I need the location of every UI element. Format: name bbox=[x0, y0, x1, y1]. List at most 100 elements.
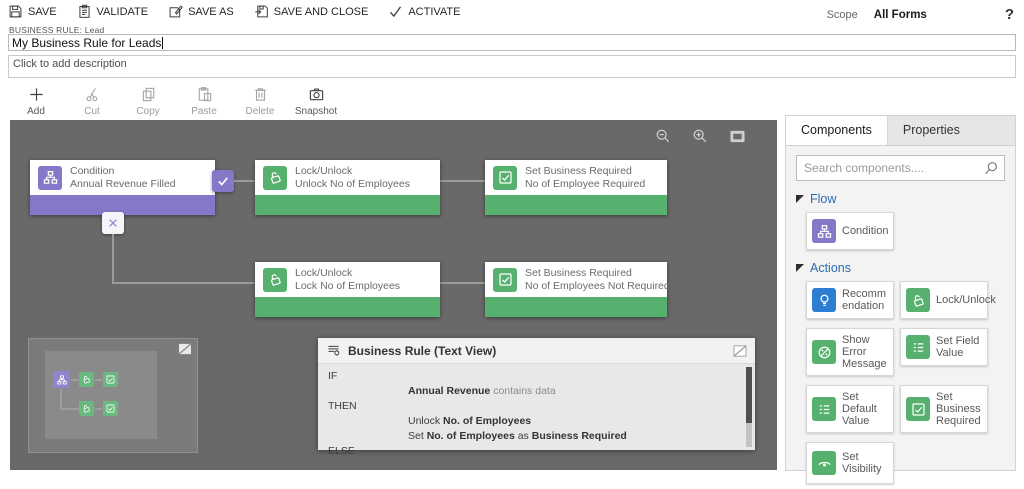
scope-value[interactable]: All Forms bbox=[874, 9, 927, 21]
minimap[interactable] bbox=[28, 338, 198, 453]
mini-required-node bbox=[103, 372, 118, 387]
section-actions-header[interactable]: Actions bbox=[786, 250, 1015, 281]
lock-unlock-icon bbox=[263, 166, 287, 190]
text-view-scrollbar[interactable] bbox=[746, 367, 752, 447]
validate-icon bbox=[77, 4, 92, 19]
component-tile-recommendation[interactable]: Recommendation bbox=[806, 281, 894, 319]
collapse-triangle-icon bbox=[796, 264, 804, 272]
component-tile-set-business-required[interactable]: Set Business Required bbox=[900, 385, 988, 433]
rule-name-input[interactable]: My Business Rule for Leads bbox=[8, 34, 1016, 51]
delete-button[interactable]: Delete bbox=[238, 86, 282, 117]
component-tile-set-visibility[interactable]: Set Visibility bbox=[806, 442, 894, 484]
if-condition: Annual Revenue contains data bbox=[318, 384, 755, 399]
checkbox-icon bbox=[493, 268, 517, 292]
unlock-node[interactable]: Lock/Unlock Unlock No of Employees bbox=[255, 160, 440, 215]
activate-label: ACTIVATE bbox=[408, 6, 460, 18]
minimap-viewport bbox=[45, 351, 157, 439]
then-action-2: Set No. of Employees as Business Require… bbox=[318, 429, 755, 444]
mini-condition-node bbox=[53, 371, 70, 388]
paste-icon bbox=[196, 86, 213, 103]
checkbox-icon bbox=[493, 166, 517, 190]
save-as-button[interactable]: SAVE AS bbox=[168, 4, 234, 19]
component-tile-show-error-message[interactable]: Show Error Message bbox=[806, 328, 894, 376]
components-panel: Components Properties Flow Condition Act… bbox=[785, 115, 1016, 471]
condition-icon bbox=[812, 219, 836, 243]
condition-node[interactable]: Condition Annual Revenue Filled bbox=[30, 160, 215, 215]
tile-label: Set Business Required bbox=[936, 391, 982, 427]
condition-icon bbox=[38, 166, 62, 190]
tab-properties[interactable]: Properties bbox=[888, 116, 975, 145]
search-wrap bbox=[796, 155, 1005, 181]
minimap-popout-icon[interactable] bbox=[178, 343, 192, 355]
command-bar: SAVE VALIDATE SAVE AS SAVE AND CLOSE ACT… bbox=[8, 4, 460, 19]
save-as-icon bbox=[168, 4, 183, 19]
component-tile-set-default-value[interactable]: Set Default Value bbox=[806, 385, 894, 433]
lock-unlock-icon bbox=[263, 268, 287, 292]
node-subtitle: Annual Revenue Filled bbox=[70, 178, 176, 191]
tile-label: Show Error Message bbox=[842, 334, 888, 370]
section-flow-header[interactable]: Flow bbox=[786, 181, 1015, 212]
text-view-header[interactable]: Business Rule (Text View) bbox=[318, 338, 755, 364]
check-icon bbox=[216, 174, 230, 188]
delete-icon bbox=[252, 86, 269, 103]
set-not-required-node[interactable]: Set Business Required No of Employees No… bbox=[485, 262, 667, 317]
tile-label: Condition bbox=[842, 225, 888, 237]
cut-button[interactable]: Cut bbox=[70, 86, 114, 117]
collapse-triangle-icon bbox=[796, 195, 804, 203]
edit-toolbar: Add Cut Copy Paste Delete Snapshot bbox=[14, 86, 338, 117]
node-subtitle: Lock No of Employees bbox=[295, 280, 400, 293]
tile-label: Lock/Unlock bbox=[936, 294, 996, 306]
search-icon bbox=[983, 160, 999, 176]
tile-label: Set Visibility bbox=[842, 451, 888, 475]
branch-true-badge[interactable] bbox=[212, 170, 234, 192]
validate-label: VALIDATE bbox=[97, 6, 149, 18]
add-button[interactable]: Add bbox=[14, 86, 58, 117]
then-action-1: Unlock No. of Employees bbox=[318, 414, 755, 429]
component-tile-condition[interactable]: Condition bbox=[806, 212, 894, 250]
description-field[interactable]: Click to add description bbox=[8, 55, 1016, 78]
panel-tabs: Components Properties bbox=[786, 116, 1015, 146]
component-tile-set-field-value[interactable]: Set Field Value bbox=[900, 328, 988, 366]
node-title: Set Business Required bbox=[525, 165, 645, 178]
rule-name-value: My Business Rule for Leads bbox=[12, 36, 161, 50]
set-required-node[interactable]: Set Business Required No of Employee Req… bbox=[485, 160, 667, 215]
lock-node[interactable]: Lock/Unlock Lock No of Employees bbox=[255, 262, 440, 317]
copy-button[interactable]: Copy bbox=[126, 86, 170, 117]
x-icon bbox=[107, 217, 119, 229]
help-icon[interactable]: ? bbox=[1005, 6, 1014, 23]
zoom-in-icon[interactable] bbox=[692, 128, 708, 144]
fit-to-canvas-icon[interactable] bbox=[729, 129, 746, 144]
delete-label: Delete bbox=[246, 106, 275, 117]
canvas-controls bbox=[655, 128, 746, 144]
field-value-icon bbox=[906, 335, 930, 359]
connector bbox=[234, 180, 255, 182]
branch-false-badge[interactable] bbox=[102, 212, 124, 234]
save-button[interactable]: SAVE bbox=[8, 4, 57, 19]
text-caret bbox=[162, 37, 163, 49]
component-tile-lock-unlock[interactable]: Lock/Unlock bbox=[900, 281, 988, 319]
copy-label: Copy bbox=[136, 106, 159, 117]
section-flow-title: Flow bbox=[810, 192, 836, 206]
designer-canvas[interactable]: Condition Annual Revenue Filled bbox=[10, 120, 777, 470]
node-title: Set Business Required bbox=[525, 267, 670, 280]
mini-not-required-node bbox=[103, 401, 118, 416]
add-icon bbox=[28, 86, 45, 103]
paste-button[interactable]: Paste bbox=[182, 86, 226, 117]
snapshot-icon bbox=[308, 86, 325, 103]
node-title: Condition bbox=[70, 165, 176, 178]
tab-components[interactable]: Components bbox=[786, 116, 888, 145]
activate-button[interactable]: ACTIVATE bbox=[388, 4, 460, 19]
checkbox-icon bbox=[906, 397, 930, 421]
eye-icon bbox=[812, 451, 836, 475]
save-label: SAVE bbox=[28, 6, 57, 18]
zoom-out-icon[interactable] bbox=[655, 128, 671, 144]
text-view-popout-icon[interactable] bbox=[733, 345, 747, 357]
snapshot-button[interactable]: Snapshot bbox=[294, 86, 338, 117]
text-view-title: Business Rule (Text View) bbox=[348, 344, 726, 358]
search-input[interactable] bbox=[796, 155, 1005, 181]
validate-button[interactable]: VALIDATE bbox=[77, 4, 149, 19]
text-view-panel: Business Rule (Text View) IF Annual Reve… bbox=[318, 338, 755, 450]
then-label: THEN bbox=[318, 399, 755, 414]
copy-icon bbox=[140, 86, 157, 103]
save-and-close-button[interactable]: SAVE AND CLOSE bbox=[254, 4, 369, 19]
